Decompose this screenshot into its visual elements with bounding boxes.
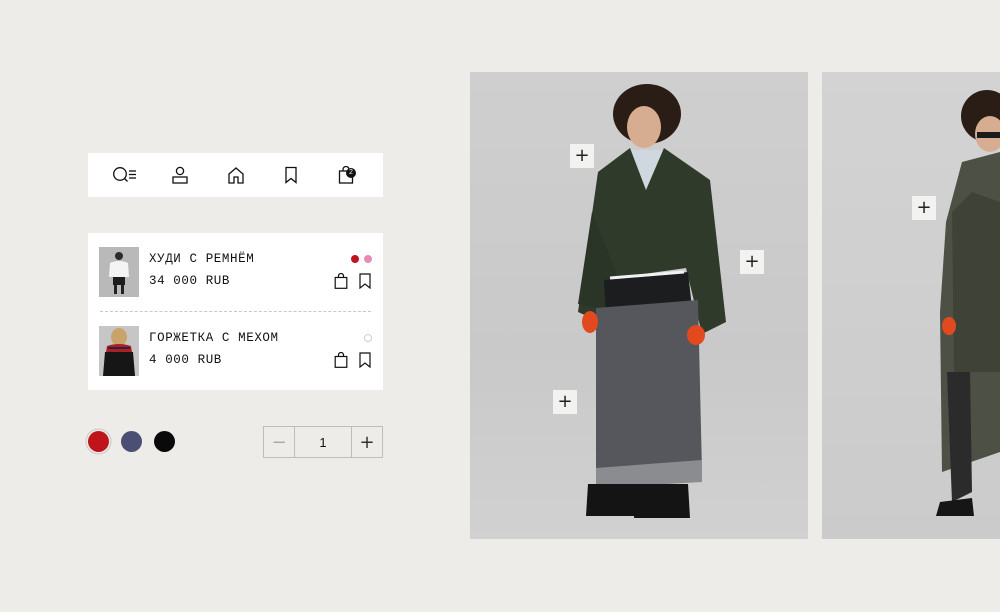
color-option-red[interactable] [88, 431, 109, 452]
bookmark-button[interactable] [358, 352, 372, 369]
wishlist-button[interactable] [276, 160, 306, 190]
home-button[interactable] [221, 160, 251, 190]
color-dot-red[interactable] [351, 255, 359, 263]
increase-quantity-button[interactable]: + [351, 427, 382, 457]
cart-item-name: ГОРЖЕТКА С МЕХОМ [149, 331, 279, 345]
shopping-bag-icon [334, 272, 348, 289]
home-icon [227, 167, 244, 184]
color-selector [88, 431, 175, 452]
hotspot-plus-button[interactable]: + [570, 144, 594, 168]
bookmark-icon [359, 352, 371, 369]
cart-item-name: ХУДИ С РЕМНЁМ [149, 252, 255, 266]
cart-count-badge: 2 [346, 168, 356, 178]
model-figure [578, 84, 726, 518]
hotspot-plus-button[interactable]: + [553, 390, 577, 414]
product-photo-secondary: + [822, 72, 1000, 539]
user-icon [172, 166, 188, 184]
cart-item[interactable]: ХУДИ С РЕМНЁМ 34 000 RUB [88, 233, 383, 311]
cart-item-colors [351, 255, 372, 263]
product-thumbnail-fur-collar[interactable] [99, 326, 139, 376]
cart-item-actions [334, 351, 372, 369]
product-photo-main: + + + [470, 72, 808, 539]
quantity-stepper: − 1 + [263, 426, 383, 458]
hotspot-plus-button[interactable]: + [912, 196, 936, 220]
account-button[interactable] [165, 160, 195, 190]
color-dot-pink[interactable] [364, 255, 372, 263]
color-option-black[interactable] [154, 431, 175, 452]
color-dot-white[interactable] [364, 334, 372, 342]
quantity-value[interactable]: 1 [295, 427, 351, 457]
decrease-quantity-button[interactable]: − [264, 427, 295, 457]
cart-item-actions [334, 272, 372, 290]
cart-item-price: 4 000 RUB [149, 353, 222, 367]
bottom-navigation: 2 [88, 153, 383, 197]
bookmark-button[interactable] [358, 273, 372, 290]
cart-item-price: 34 000 RUB [149, 274, 231, 288]
search-menu-icon [113, 167, 136, 182]
search-menu-button[interactable] [110, 160, 140, 190]
bookmark-icon [359, 273, 371, 290]
cart-list: ХУДИ С РЕМНЁМ 34 000 RUB ГОРЖЕТКА С МЕХО… [88, 233, 383, 390]
cart-item[interactable]: ГОРЖЕТКА С МЕХОМ 4 000 RUB [88, 312, 383, 390]
shopping-bag-icon [334, 351, 348, 368]
add-to-bag-button[interactable] [334, 351, 348, 368]
cart-item-colors [364, 334, 372, 342]
color-option-navy[interactable] [121, 431, 142, 452]
product-thumbnail-hoodie[interactable] [99, 247, 139, 297]
model-figure [936, 90, 1000, 516]
cart-button[interactable]: 2 [331, 160, 361, 190]
hotspot-plus-button[interactable]: + [740, 250, 764, 274]
bookmark-icon [285, 166, 297, 184]
add-to-bag-button[interactable] [334, 272, 348, 289]
